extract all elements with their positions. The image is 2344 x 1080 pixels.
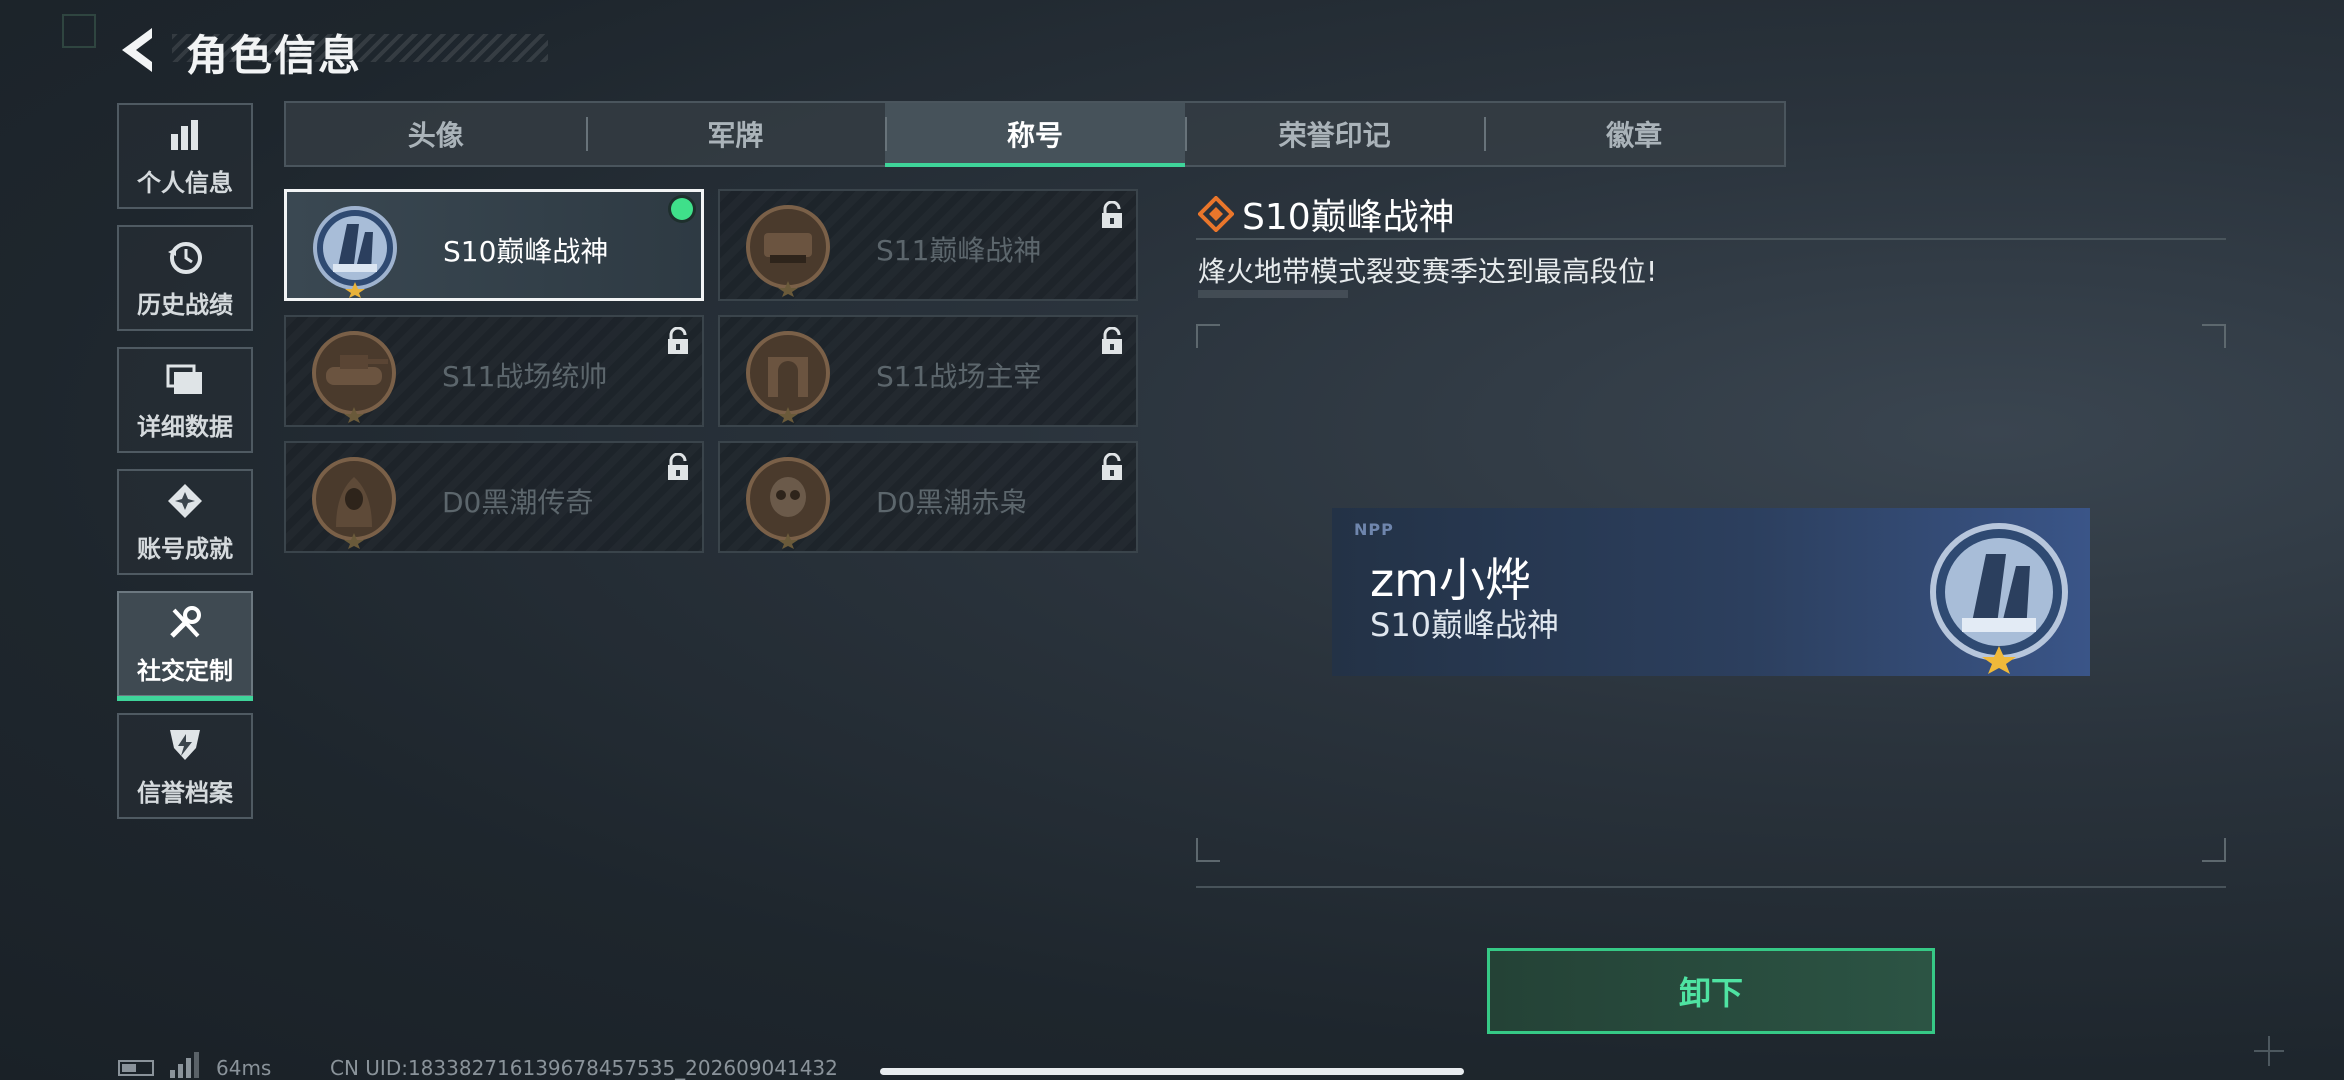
credit-shield-icon	[165, 725, 205, 765]
preview-title: S10巅峰战神	[1370, 606, 1560, 644]
frame-corner	[1196, 324, 1220, 348]
sidebar-item-credit[interactable]: 信誉档案	[117, 713, 253, 819]
crosshair-icon	[2254, 1036, 2284, 1066]
uid-readout: CN UID:18338271613967845​7535_2026090414…	[330, 1056, 838, 1080]
preview-emblem-icon	[1930, 523, 2068, 674]
sidebar-item-label: 详细数据	[137, 412, 233, 441]
frame-corner	[2202, 838, 2226, 862]
detail-title: S10巅峰战神	[1242, 197, 1455, 238]
sidebar-item-label: 历史战绩	[137, 290, 233, 319]
tab-title[interactable]: 称号	[885, 103, 1185, 167]
sidebar-item-label: 账号成就	[137, 534, 233, 563]
sidebar-item-label: 信誉档案	[137, 778, 233, 807]
npp-logo: NPP	[1354, 520, 1394, 539]
lock-icon	[668, 453, 688, 480]
title-name: S11战场统帅	[442, 360, 608, 393]
bar-chart-icon	[165, 115, 205, 155]
sidebar-item-profile[interactable]: 个人信息	[117, 103, 253, 209]
divider	[1196, 886, 2226, 888]
unequip-button[interactable]: 卸下	[1487, 948, 1935, 1034]
history-clock-icon	[165, 237, 205, 277]
title-card-d0-owl[interactable]: D0黑潮赤枭	[718, 441, 1138, 553]
folder-icon	[165, 359, 205, 399]
home-indicator	[880, 1068, 1464, 1075]
frame-corner	[1196, 838, 1220, 862]
detail-description: 烽火地带模式裂变赛季达到最高段位!	[1198, 255, 1658, 288]
title-emblem-icon	[306, 327, 402, 423]
title-emblem-icon	[740, 453, 836, 549]
ping-readout: 64ms	[216, 1056, 272, 1080]
title-card-d0-legend[interactable]: D0黑潮传奇	[284, 441, 704, 553]
title-name: S10巅峰战神	[443, 235, 609, 268]
tab-badge[interactable]: 徽章	[1484, 103, 1784, 165]
tab-dogtag[interactable]: 军牌	[585, 103, 886, 165]
title-card-s11-dominator[interactable]: S11战场主宰	[718, 315, 1138, 427]
title-diamond-icon	[1198, 196, 1234, 232]
tab-honor-mark[interactable]: 荣誉印记	[1184, 103, 1485, 165]
tab-avatar[interactable]: 头像	[286, 103, 586, 165]
battery-icon	[118, 1060, 154, 1076]
page-title: 角色信息	[186, 31, 363, 80]
title-emblem-icon	[740, 201, 836, 297]
title-card-s11-peak[interactable]: S11巅峰战神	[718, 189, 1138, 301]
title-emblem-icon	[306, 453, 402, 549]
sidebar-item-label: 个人信息	[137, 168, 233, 197]
title-card-s10-peak[interactable]: S10巅峰战神	[284, 189, 704, 301]
tools-icon	[165, 603, 205, 643]
sidebar-item-label: 社交定制	[137, 656, 233, 685]
equipped-indicator	[671, 198, 693, 220]
lock-icon	[1102, 327, 1122, 354]
title-card-s11-commander[interactable]: S11战场统帅	[284, 315, 704, 427]
lock-icon	[668, 327, 688, 354]
back-arrow-icon	[122, 28, 152, 72]
frame-corner	[2202, 324, 2226, 348]
divider	[1196, 238, 2226, 240]
lock-icon	[1102, 453, 1122, 480]
lock-icon	[1102, 201, 1122, 228]
corner-square-decoration	[62, 14, 96, 48]
title-name: D0黑潮赤枭	[876, 486, 1028, 519]
title-emblem-icon	[740, 327, 836, 423]
detail-subtext-faint	[1198, 290, 1348, 298]
active-indicator	[117, 696, 253, 701]
signal-icon	[170, 1052, 199, 1078]
sidebar-item-achievements[interactable]: 账号成就	[117, 469, 253, 575]
title-name: D0黑潮传奇	[442, 486, 594, 519]
title-emblem-icon	[307, 202, 403, 298]
sidebar-item-history[interactable]: 历史战绩	[117, 225, 253, 331]
category-tabs: 头像 军牌 称号 荣誉印记 徽章	[284, 101, 1786, 167]
title-name: S11战场主宰	[876, 360, 1042, 393]
back-button[interactable]	[118, 24, 158, 76]
title-preview-banner: NPP zm小烨 S10巅峰战神	[1332, 508, 2090, 676]
achievement-icon	[165, 481, 205, 521]
sidebar-item-details[interactable]: 详细数据	[117, 347, 253, 453]
title-name: S11巅峰战神	[876, 234, 1042, 267]
sidebar-item-social-custom[interactable]: 社交定制	[117, 591, 253, 701]
